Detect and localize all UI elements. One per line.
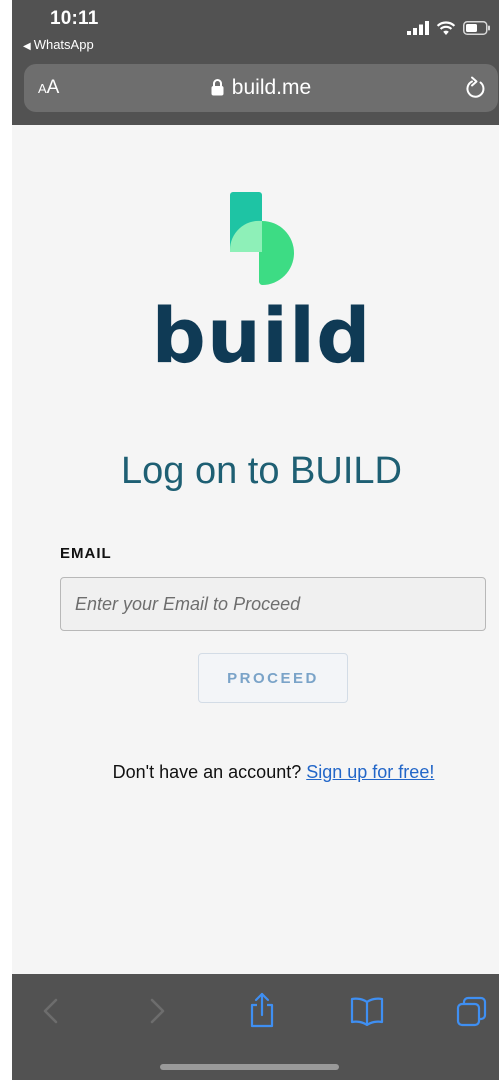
battery-icon [463, 21, 490, 35]
no-account-text: Don't have an account? [112, 762, 302, 782]
email-label: EMAIL [60, 545, 112, 562]
home-indicator[interactable] [160, 1064, 339, 1070]
screen: 10:11 ◀ WhatsApp AA build.me build Log o… [12, 0, 499, 1080]
proceed-button[interactable]: PROCEED [198, 653, 348, 703]
reload-icon[interactable] [464, 75, 488, 101]
back-triangle-icon: ◀ [23, 41, 31, 52]
lock-icon [211, 79, 224, 96]
email-field[interactable] [60, 577, 486, 631]
signup-link[interactable]: Sign up for free! [306, 762, 434, 782]
back-app-label: WhatsApp [33, 37, 94, 52]
status-time: 10:11 [50, 8, 99, 29]
wifi-icon [436, 20, 456, 35]
url-text: build.me [231, 76, 312, 99]
build-wordmark: build [151, 291, 372, 380]
signup-prompt: Don't have an account? Sign up for free! [12, 762, 499, 783]
build-logo-icon [229, 192, 294, 285]
forward-icon[interactable] [146, 996, 168, 1026]
bookmarks-icon[interactable] [350, 996, 384, 1026]
browser-top-chrome: 10:11 ◀ WhatsApp AA build.me [12, 0, 499, 125]
share-icon[interactable] [247, 992, 277, 1028]
page-title: Log on to BUILD [121, 450, 402, 492]
tabs-icon[interactable] [456, 996, 488, 1028]
address-bar[interactable]: AA build.me [24, 64, 498, 112]
status-icons [407, 20, 491, 36]
url-display[interactable]: build.me [24, 76, 498, 100]
signal-icon [407, 21, 429, 35]
back-to-app-link[interactable]: ◀ WhatsApp [23, 37, 94, 52]
back-icon[interactable] [40, 996, 62, 1026]
